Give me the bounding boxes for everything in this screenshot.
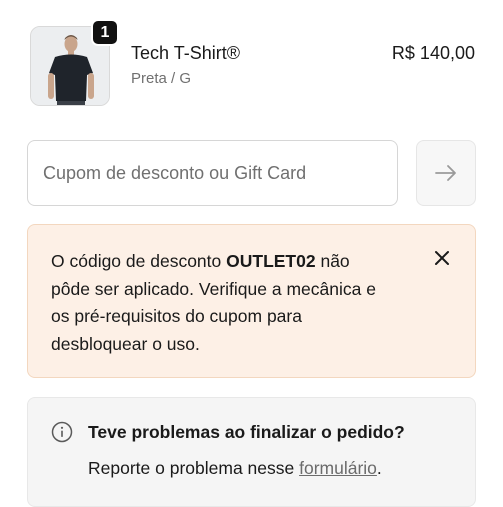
info-icon bbox=[51, 421, 73, 443]
error-coupon-code: OUTLET02 bbox=[226, 251, 316, 271]
coupon-input[interactable] bbox=[27, 140, 398, 206]
help-banner: Teve problemas ao finalizar o pedido? Re… bbox=[27, 397, 476, 507]
error-message: O código de desconto OUTLET02 não pôde s… bbox=[51, 248, 391, 358]
error-text-before: O código de desconto bbox=[51, 251, 227, 271]
help-text-before: Reporte o problema nesse bbox=[88, 458, 300, 478]
dismiss-error-button[interactable] bbox=[431, 247, 453, 269]
arrow-right-icon bbox=[435, 165, 456, 181]
close-icon bbox=[435, 251, 449, 265]
apply-coupon-button[interactable] bbox=[416, 140, 476, 206]
product-name: Tech T-Shirt® bbox=[131, 43, 240, 63]
product-price: R$ 140,00 bbox=[391, 43, 475, 63]
help-message: Reporte o problema nesse formulário. bbox=[88, 458, 382, 479]
report-form-link[interactable]: formulário bbox=[299, 458, 377, 478]
quantity-badge: 1 bbox=[91, 19, 119, 46]
product-thumbnail-wrapper: 1 bbox=[30, 19, 119, 106]
coupon-error-banner: O código de desconto OUTLET02 não pôde s… bbox=[27, 224, 476, 378]
help-text-after: . bbox=[376, 458, 382, 478]
help-title: Teve problemas ao finalizar o pedido? bbox=[88, 422, 405, 442]
product-variant: Preta / G bbox=[131, 70, 192, 87]
